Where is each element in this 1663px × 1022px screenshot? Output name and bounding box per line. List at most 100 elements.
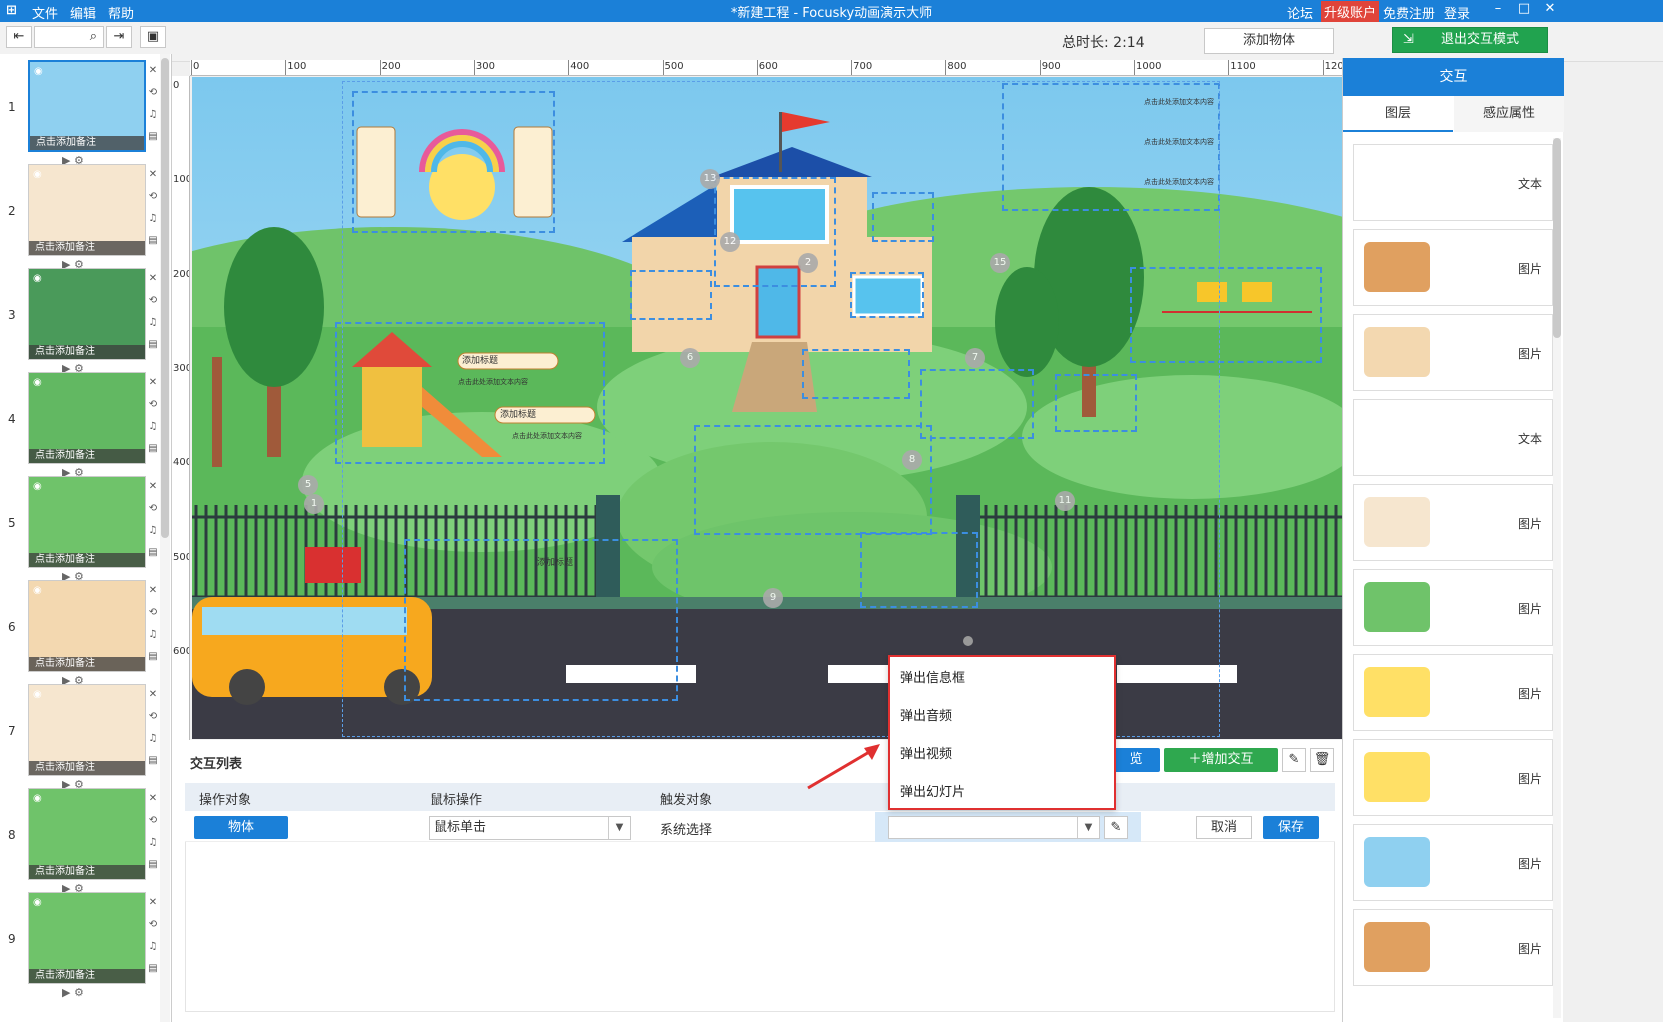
maximize-button[interactable]: □	[1512, 1, 1536, 21]
microphone-icon[interactable]: ♫	[146, 520, 160, 542]
path-badge[interactable]: 12	[720, 232, 740, 252]
image-icon[interactable]: ▤	[146, 438, 160, 460]
layer-item[interactable]: 文本	[1353, 399, 1553, 476]
close-icon[interactable]: ✕	[146, 60, 160, 82]
mouse-action-select[interactable]: 鼠标单击 ▼	[429, 816, 631, 840]
slide-note[interactable]: 点击添加备注	[29, 241, 145, 255]
image-icon[interactable]: ▤	[146, 854, 160, 876]
visibility-eye-icon[interactable]: ◉	[33, 377, 42, 388]
slides-scrollbar[interactable]	[160, 54, 170, 1022]
image-icon[interactable]: ▤	[146, 542, 160, 564]
layer-item[interactable]: 图片	[1353, 739, 1553, 816]
visibility-eye-icon[interactable]: ◉	[33, 169, 42, 180]
close-icon[interactable]: ✕	[146, 580, 160, 602]
next-slide-icon[interactable]: ⇥	[106, 26, 132, 48]
slide-note[interactable]: 点击添加备注	[30, 136, 144, 150]
play-icon[interactable]: ▶	[62, 986, 74, 999]
edit-pencil-icon[interactable]: ✎	[1282, 748, 1306, 772]
placeholder-text-4[interactable]: 点击此处添加文本内容	[1144, 137, 1214, 147]
close-icon[interactable]: ✕	[146, 788, 160, 810]
visibility-eye-icon[interactable]: ◉	[33, 481, 42, 492]
register-link[interactable]: 免费注册	[1383, 3, 1435, 22]
close-icon[interactable]: ✕	[146, 372, 160, 394]
timer-icon[interactable]: ⟲	[146, 186, 160, 208]
slide-thumbnail[interactable]: ◉ 点击添加备注	[28, 60, 146, 152]
layer-item[interactable]: 图片	[1353, 909, 1553, 986]
forum-link[interactable]: 论坛	[1287, 3, 1313, 22]
image-icon[interactable]: ▤	[146, 230, 160, 252]
slide-thumbnail[interactable]: ◉ 点击添加备注	[28, 164, 146, 256]
timer-icon[interactable]: ⟲	[146, 82, 160, 104]
exit-interaction-mode-button[interactable]: ⇲ 退出交互模式	[1392, 27, 1548, 53]
path-badge[interactable]: 1	[304, 494, 324, 514]
layer-item[interactable]: 文本	[1353, 144, 1553, 221]
slide-thumbnail[interactable]: ◉ 点击添加备注	[28, 372, 146, 464]
login-link[interactable]: 登录	[1444, 3, 1470, 22]
visibility-eye-icon[interactable]: ◉	[34, 66, 43, 77]
slide-note[interactable]: 点击添加备注	[29, 865, 145, 879]
layer-item[interactable]: 图片	[1353, 824, 1553, 901]
placeholder-text-1[interactable]: 点击此处添加文本内容	[458, 377, 528, 387]
image-icon[interactable]: ▤	[146, 126, 160, 148]
layout-icon[interactable]: ▣	[140, 26, 166, 48]
slide-thumbnail[interactable]: ◉ 点击添加备注	[28, 684, 146, 776]
microphone-icon[interactable]: ♫	[146, 832, 160, 854]
microphone-icon[interactable]: ♫	[146, 312, 160, 334]
close-icon[interactable]: ✕	[146, 684, 160, 706]
layer-item[interactable]: 图片	[1353, 229, 1553, 306]
slide-note[interactable]: 点击添加备注	[29, 553, 145, 567]
close-button[interactable]: ✕	[1538, 1, 1562, 21]
path-badge[interactable]: 5	[298, 475, 318, 495]
add-interaction-button[interactable]: ＋增加交互	[1164, 748, 1278, 772]
placeholder-text-5[interactable]: 点击此处添加文本内容	[1144, 177, 1214, 187]
visibility-eye-icon[interactable]: ◉	[33, 689, 42, 700]
slide-thumbnail[interactable]: ◉ 点击添加备注	[28, 268, 146, 360]
timer-icon[interactable]: ⟲	[146, 290, 160, 312]
visibility-eye-icon[interactable]: ◉	[33, 793, 42, 804]
add-object-button[interactable]: 添加物体	[1204, 28, 1334, 54]
close-icon[interactable]: ✕	[146, 892, 160, 914]
prev-slide-icon[interactable]: ⇤	[6, 26, 32, 48]
operation-object-button[interactable]: 物体	[194, 816, 288, 839]
microphone-icon[interactable]: ♫	[146, 208, 160, 230]
save-button[interactable]: 保存	[1263, 816, 1319, 839]
microphone-icon[interactable]: ♫	[146, 936, 160, 958]
image-icon[interactable]: ▤	[146, 750, 160, 772]
image-icon[interactable]: ▤	[146, 958, 160, 980]
action-select[interactable]: ▼	[888, 816, 1100, 839]
option-popup-audio[interactable]: 弹出音频	[900, 705, 952, 724]
layer-item[interactable]: 图片	[1353, 484, 1553, 561]
close-icon[interactable]: ✕	[146, 268, 160, 290]
path-badge[interactable]: 13	[700, 169, 720, 189]
path-badge[interactable]: 8	[902, 450, 922, 470]
visibility-eye-icon[interactable]: ◉	[33, 585, 42, 596]
slide-note[interactable]: 点击添加备注	[29, 969, 145, 983]
visibility-eye-icon[interactable]: ◉	[33, 897, 42, 908]
timer-icon[interactable]: ⟲	[146, 602, 160, 624]
image-icon[interactable]: ▤	[146, 334, 160, 356]
edit-pencil-icon[interactable]: ✎	[1104, 816, 1128, 839]
selection-box-main-frame[interactable]	[342, 81, 1220, 737]
preview-button[interactable]: 览	[1112, 748, 1160, 772]
path-badge[interactable]: 15	[990, 253, 1010, 273]
visibility-eye-icon[interactable]: ◉	[33, 273, 42, 284]
path-badge[interactable]: 2	[798, 253, 818, 273]
close-icon[interactable]: ✕	[146, 164, 160, 186]
chevron-down-icon[interactable]: ▼	[1077, 817, 1099, 838]
layer-item[interactable]: 图片	[1353, 654, 1553, 731]
option-popup-slides[interactable]: 弹出幻灯片	[900, 781, 965, 800]
microphone-icon[interactable]: ♫	[146, 624, 160, 646]
trash-icon[interactable]: 🗑	[1310, 748, 1334, 772]
path-badge[interactable]: 7	[965, 348, 985, 368]
cancel-button[interactable]: 取消	[1196, 816, 1252, 839]
placeholder-title-2[interactable]: 添加标题	[500, 407, 536, 420]
upgrade-account-link[interactable]: 升级账户	[1321, 1, 1380, 22]
gear-icon[interactable]: ⚙	[74, 986, 84, 999]
layer-item[interactable]: 图片	[1353, 569, 1553, 646]
chevron-down-icon[interactable]: ▼	[608, 817, 630, 839]
microphone-icon[interactable]: ♫	[146, 728, 160, 750]
timer-icon[interactable]: ⟲	[146, 810, 160, 832]
slide-thumbnail[interactable]: ◉ 点击添加备注	[28, 788, 146, 880]
placeholder-title-1[interactable]: 添加标题	[462, 353, 498, 366]
timer-icon[interactable]: ⟲	[146, 498, 160, 520]
